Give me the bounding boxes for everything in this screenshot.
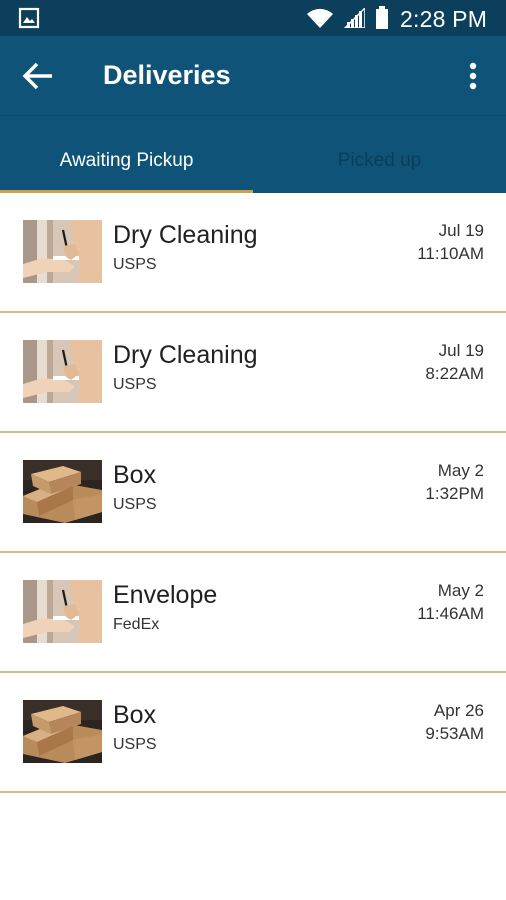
signing-receipt-photo	[23, 580, 102, 643]
delivery-row[interactable]: Dry Cleaning USPS Jul 19 11:10AM	[0, 193, 506, 313]
delivery-time: 1:32PM	[425, 484, 484, 503]
delivery-time: 9:53AM	[425, 724, 484, 743]
page-title: Deliveries	[103, 60, 231, 90]
more-vertical-icon[interactable]	[458, 58, 488, 94]
delivery-row[interactable]: Box USPS Apr 26 9:53AM	[0, 673, 506, 793]
status-time: 2:28 PM	[400, 6, 488, 32]
delivery-name: Dry Cleaning	[113, 341, 258, 369]
delivery-date: May 2	[437, 461, 484, 480]
delivery-carrier: USPS	[113, 496, 157, 513]
signing-receipt-photo	[23, 220, 102, 283]
delivery-name: Box	[113, 461, 157, 489]
delivery-carrier: USPS	[113, 256, 157, 273]
tab-picked-up[interactable]: Picked up	[253, 116, 506, 194]
signal-icon	[343, 8, 365, 28]
tab-label: Picked up	[337, 150, 422, 171]
delivery-carrier: FedEx	[113, 616, 160, 633]
delivery-row[interactable]: Envelope FedEx May 2 11:46AM	[0, 553, 506, 673]
wifi-icon	[307, 8, 333, 28]
delivery-time: 11:10AM	[417, 244, 484, 263]
delivery-date: Jul 19	[438, 341, 484, 360]
tab-label: Awaiting Pickup	[59, 150, 194, 171]
cardboard-boxes-photo	[23, 700, 102, 763]
delivery-date: May 2	[437, 581, 484, 600]
signing-receipt-photo	[23, 340, 102, 403]
delivery-name: Envelope	[113, 581, 218, 609]
cardboard-boxes-photo	[23, 460, 102, 523]
delivery-carrier: USPS	[113, 376, 157, 393]
delivery-time: 11:46AM	[417, 604, 484, 623]
back-arrow-icon[interactable]	[18, 58, 58, 94]
delivery-time: 8:22AM	[425, 364, 484, 383]
delivery-name: Dry Cleaning	[113, 221, 258, 249]
delivery-carrier: USPS	[113, 736, 157, 753]
delivery-row[interactable]: Box USPS May 2 1:32PM	[0, 433, 506, 553]
delivery-name: Box	[113, 701, 157, 729]
tab-bar: Awaiting Pickup Picked up	[0, 115, 506, 194]
status-bar: 2:28 PM	[0, 0, 506, 36]
battery-icon	[376, 6, 388, 29]
delivery-row[interactable]: Dry Cleaning USPS Jul 19 8:22AM	[0, 313, 506, 433]
deliveries-list: Dry Cleaning USPS Jul 19 11:10AM Dry Cle…	[0, 193, 506, 793]
tab-awaiting-pickup[interactable]: Awaiting Pickup	[0, 116, 253, 194]
gallery-icon	[18, 7, 40, 29]
delivery-date: Jul 19	[438, 221, 484, 240]
app-bar: Deliveries	[0, 36, 506, 115]
delivery-date: Apr 26	[433, 701, 484, 720]
